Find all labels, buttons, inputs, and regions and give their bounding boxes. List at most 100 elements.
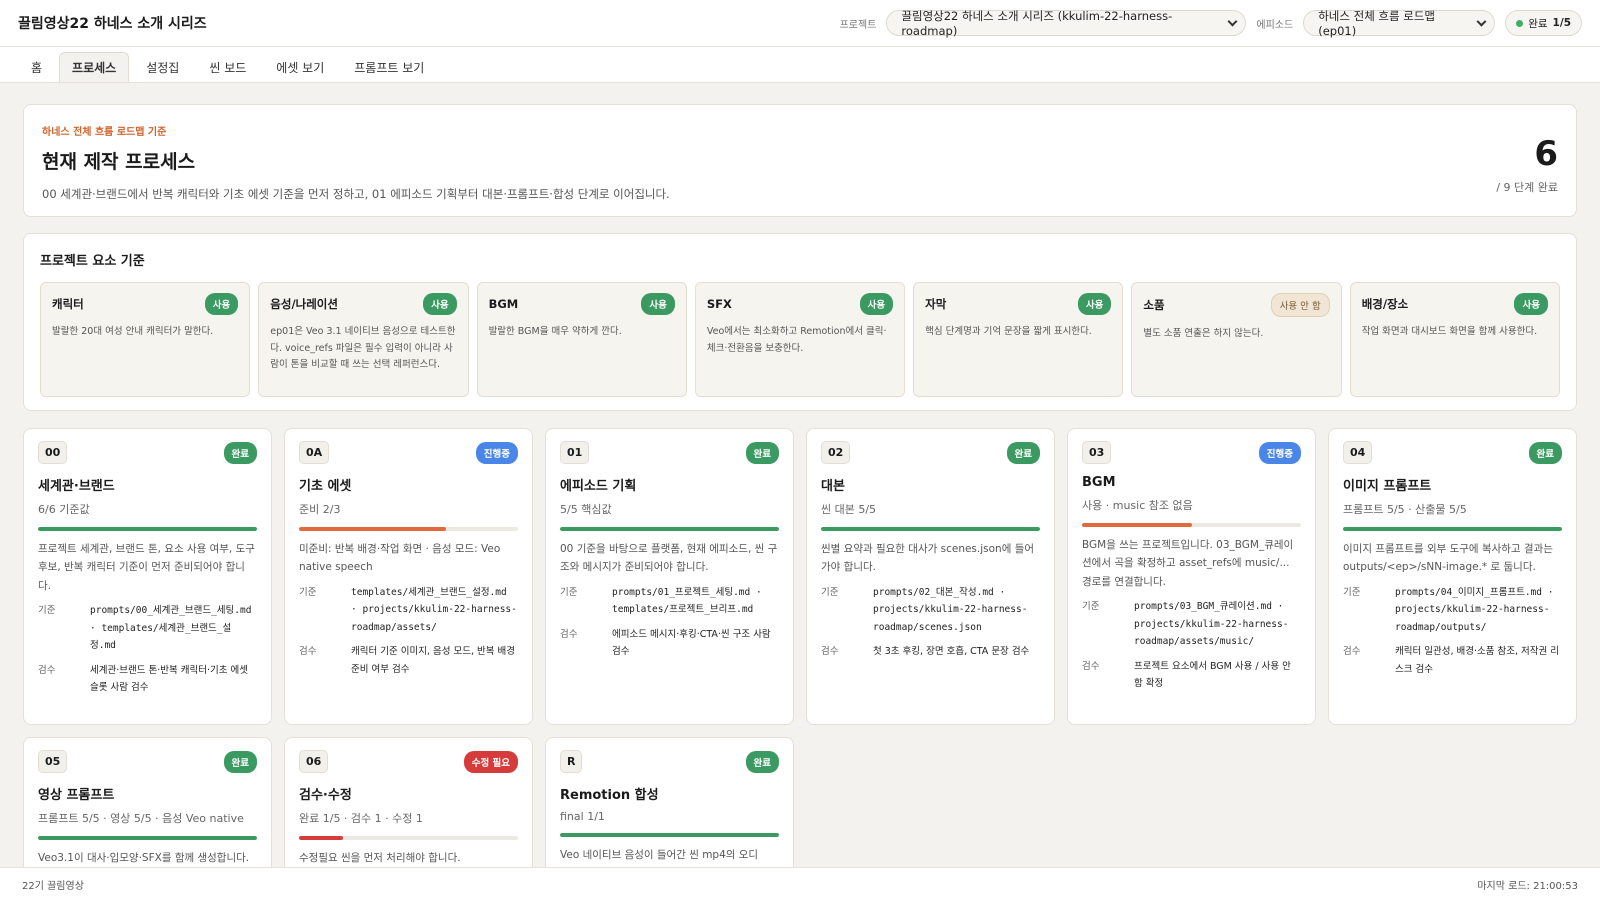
element-name: 소품 xyxy=(1143,298,1165,312)
process-step-card[interactable]: 0A 진행중 기초 에셋 준비 2/3 미준비: 반복 배경·작업 화면 · 음성… xyxy=(284,428,533,725)
review-value: 프로젝트 요소에서 BGM 사용 / 사용 안 함 확정 xyxy=(1134,660,1291,690)
completion-stat: 6 / 9 단계 완료 xyxy=(1496,137,1558,195)
process-step-card[interactable]: 00 완료 세계관·브랜드 6/6 기준값 프로젝트 세계관, 브랜드 톤, 요소… xyxy=(23,428,272,725)
episode-select[interactable]: 하네스 전체 흐름 로드맵 (ep01) xyxy=(1303,9,1496,38)
progress-fill xyxy=(560,833,779,837)
progress-fill xyxy=(1082,523,1192,527)
element-description: ep01은 Veo 3.1 네이티브 음성으로 테스트한다. voice_ref… xyxy=(270,326,456,371)
status-badge: 완료 xyxy=(223,750,257,773)
tab-scene-board[interactable]: 씬 보드 xyxy=(196,52,259,82)
element-description: 발랄한 BGM을 매우 약하게 깐다. xyxy=(488,326,622,337)
step-title: 이미지 프롬프트 xyxy=(1343,479,1432,494)
step-description: 미준비: 반복 배경·작업 화면 · 음성 모드: Veo native spe… xyxy=(299,543,501,574)
last-load-time: 마지막 로드: 21:00:53 xyxy=(1477,880,1578,892)
tab-process[interactable]: 프로세스 xyxy=(59,52,130,82)
process-step-card[interactable]: 03 진행중 BGM 사용 · music 참조 없음 BGM을 쓰는 프로젝트입… xyxy=(1067,428,1316,725)
tab-home[interactable]: 홈 xyxy=(18,52,55,82)
step-meta: 프롬프트 5/5 · 산출물 5/5 xyxy=(1343,503,1467,516)
progress-bar xyxy=(38,836,257,840)
element-card-subtitle: 자막 사용 핵심 단계명과 기억 문장을 짧게 표시한다. xyxy=(913,282,1124,397)
review-value: 첫 3초 후킹, 장면 호흡, CTA 문장 검수 xyxy=(873,646,1030,658)
step-meta: final 1/1 xyxy=(560,810,605,823)
progress-fill xyxy=(299,527,446,531)
step-title: 기초 에셋 xyxy=(299,479,352,494)
element-name: SFX xyxy=(706,297,732,311)
status-count: 1/5 xyxy=(1552,17,1571,29)
progress-bar xyxy=(1343,527,1562,531)
element-name: 음성/나레이션 xyxy=(270,297,338,311)
project-select[interactable]: 끌림영상22 하네스 소개 시리즈 (kkulim-22-harness-roa… xyxy=(886,9,1247,38)
step-meta: 5/5 핵심값 xyxy=(560,503,612,516)
basis-label: 기준 xyxy=(38,605,56,617)
step-description: 이미지 프롬프트를 외부 도구에 복사하고 결과는 outputs/<ep>/s… xyxy=(1343,543,1553,574)
completed-step-count: 6 xyxy=(1534,134,1558,174)
element-description: 발랄한 20대 여성 안내 캐릭터가 말한다. xyxy=(52,326,214,337)
chevron-down-icon xyxy=(1227,16,1237,26)
top-bar: 끌림영상22 하네스 소개 시리즈 프로젝트 끌림영상22 하네스 소개 시리즈… xyxy=(0,0,1600,47)
progress-fill xyxy=(38,836,257,840)
tab-asset-view[interactable]: 에셋 보기 xyxy=(263,52,337,82)
process-summary-card: 하네스 전체 흐름 로드맵 기준 현재 제작 프로세스 00 세계관·브랜드에서… xyxy=(23,104,1577,217)
element-name: 캐릭터 xyxy=(52,297,84,311)
step-meta: 프롬프트 5/5 · 영상 5/5 · 음성 Veo native xyxy=(38,812,244,825)
project-select-value: 끌림영상22 하네스 소개 시리즈 (kkulim-22-harness-roa… xyxy=(901,9,1173,38)
tab-settings-book[interactable]: 설정집 xyxy=(133,52,192,82)
status-dot-icon xyxy=(1516,19,1524,27)
page-title: 현재 제작 프로세스 xyxy=(42,151,196,173)
step-code: 00 xyxy=(38,441,68,464)
basis-value: prompts/01_프로젝트_세팅.md · templates/프로젝트_브… xyxy=(612,586,762,616)
basis-label: 기준 xyxy=(1082,601,1100,613)
status-badge: 완료 xyxy=(1528,441,1562,464)
process-step-card[interactable]: 02 완료 대본 씬 대본 5/5 씬별 요약과 필요한 대사가 scenes.j… xyxy=(806,428,1055,725)
element-name: 배경/장소 xyxy=(1361,297,1409,311)
step-meta: 완료 1/5 · 검수 1 · 수정 1 xyxy=(299,812,423,825)
process-step-card[interactable]: 04 완료 이미지 프롬프트 프롬프트 5/5 · 산출물 5/5 이미지 프롬프… xyxy=(1328,428,1577,725)
step-meta: 사용 · music 참조 없음 xyxy=(1082,499,1193,512)
project-select-label: 프로젝트 xyxy=(839,19,877,31)
episode-select-label: 에피소드 xyxy=(1256,19,1294,31)
basis-label: 기준 xyxy=(821,586,839,598)
basis-value: prompts/00_세계관_브랜드_세팅.md · templates/세계관… xyxy=(90,605,252,652)
status-badge: 사용 xyxy=(1077,293,1112,315)
progress-bar xyxy=(560,833,779,837)
step-code: 06 xyxy=(299,750,329,773)
review-label: 검수 xyxy=(560,628,578,640)
header-controls: 프로젝트 끌림영상22 하네스 소개 시리즈 (kkulim-22-harnes… xyxy=(839,9,1582,38)
process-step-card[interactable]: 01 완료 에피소드 기획 5/5 핵심값 00 기준을 바탕으로 플랫폼, 현재… xyxy=(545,428,794,725)
status-badge: 사용 xyxy=(1514,293,1548,315)
step-title: 에피소드 기획 xyxy=(560,479,637,494)
progress-bar xyxy=(38,527,257,531)
progress-bar xyxy=(299,527,518,531)
review-label: 검수 xyxy=(821,646,839,658)
status-badge: 사용 xyxy=(641,293,675,315)
progress-fill xyxy=(821,527,1040,531)
review-label: 검수 xyxy=(1343,646,1361,658)
progress-fill xyxy=(560,527,779,531)
step-code: 0A xyxy=(299,441,330,464)
review-value: 에피소드 메시지·후킹·CTA·씬 구조 사람 검수 xyxy=(612,628,771,658)
status-badge: 진행중 xyxy=(475,441,518,464)
step-description: BGM을 쓰는 프로젝트입니다. 03_BGM_큐레이션에서 곡을 확정하고 a… xyxy=(1082,539,1294,588)
review-value: 세계관·브랜드 톤·반복 캐릭터·기초 에셋 슬롯 사람 검수 xyxy=(90,664,248,694)
step-title: 영상 프롬프트 xyxy=(38,788,115,803)
episode-select-value: 하네스 전체 흐름 로드맵 (ep01) xyxy=(1318,9,1435,38)
step-meta: 씬 대본 5/5 xyxy=(821,503,877,516)
project-elements-section: 프로젝트 요소 기준 캐릭터 사용 발랄한 20대 여성 안내 캐릭터가 말한다.… xyxy=(23,233,1577,411)
progress-fill xyxy=(299,836,343,840)
step-description: 00 기준을 바탕으로 플랫폼, 현재 에피소드, 씬 구조와 메시지가 준비되… xyxy=(560,543,778,574)
status-badge: 사용 안 함 xyxy=(1270,293,1330,317)
status-badge: 완료 xyxy=(1006,441,1040,464)
element-description: Veo에서는 최소화하고 Remotion에서 클릭·체크·전환음을 보충한다. xyxy=(706,326,887,354)
element-card-bgm: BGM 사용 발랄한 BGM을 매우 약하게 깐다. xyxy=(476,282,687,397)
step-description: 프로젝트 세계관, 브랜드 톤, 요소 사용 여부, 도구 후보, 반복 캐릭터… xyxy=(38,543,255,592)
step-code: R xyxy=(560,750,583,773)
status-badge: 사용 xyxy=(204,293,239,315)
step-code: 01 xyxy=(560,441,590,464)
step-meta: 6/6 기준값 xyxy=(38,503,90,516)
tab-prompt-view[interactable]: 프롬프트 보기 xyxy=(341,52,437,82)
step-description: 씬별 요약과 필요한 대사가 scenes.json에 들어가야 합니다. xyxy=(821,543,1035,574)
progress-bar xyxy=(560,527,779,531)
element-description: 핵심 단계명과 기억 문장을 짧게 표시한다. xyxy=(925,326,1092,337)
element-card-list: 캐릭터 사용 발랄한 20대 여성 안내 캐릭터가 말한다. 음성/나레이션 사용 … xyxy=(40,282,1560,397)
basis-value: prompts/02_대본_작성.md · projects/kkulim-22… xyxy=(873,586,1028,633)
